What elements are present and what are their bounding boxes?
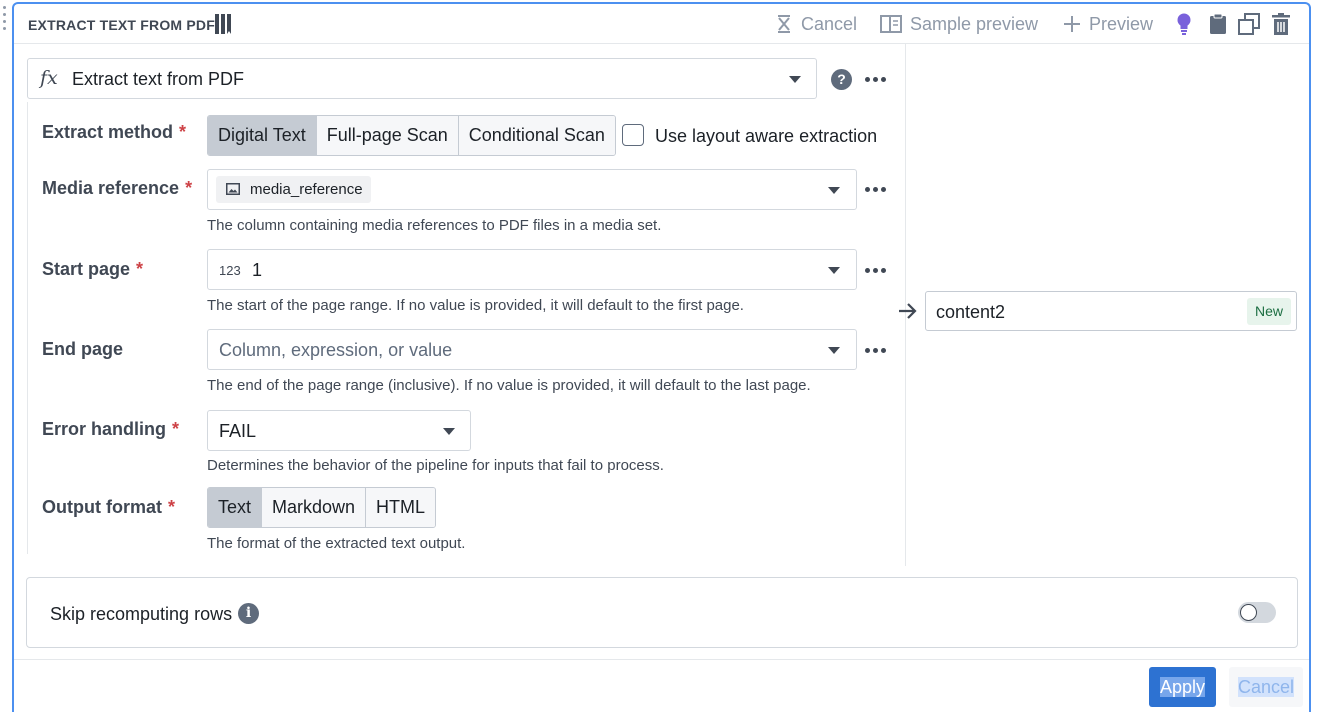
- layout-aware-checkbox[interactable]: [622, 124, 644, 146]
- start-page-help: The start of the page range. If no value…: [207, 297, 744, 314]
- sample-preview-button[interactable]: Sample preview: [880, 12, 1038, 36]
- help-icon[interactable]: ?: [831, 69, 852, 90]
- start-page-value: 1: [252, 260, 263, 280]
- output-format-html[interactable]: HTML: [366, 488, 436, 527]
- output-column-name-input[interactable]: content2 New: [925, 291, 1297, 331]
- new-badge: New: [1246, 298, 1291, 325]
- required-mark: *: [172, 419, 180, 439]
- layout-aware-label[interactable]: Use layout aware extraction: [655, 126, 877, 147]
- required-mark: *: [185, 178, 193, 198]
- cancel-x-icon: [775, 13, 793, 35]
- extract-method-label: Extract method *: [42, 122, 187, 142]
- header-cancel-label: Cancel: [801, 13, 858, 34]
- error-handling-help: Determines the behavior of the pipeline …: [207, 457, 664, 474]
- function-select[interactable]: fx Extract text from PDF: [27, 58, 817, 99]
- media-reference-label: Media reference *: [42, 178, 193, 198]
- toggle-knob: [1240, 604, 1257, 621]
- media-reference-value: media_reference: [250, 181, 363, 198]
- footer-cancel-button[interactable]: Cancel: [1229, 667, 1303, 707]
- clipboard-icon[interactable]: [1209, 13, 1227, 40]
- footer-divider: [14, 659, 1309, 660]
- extract-method-segmented: Digital Text Full-page Scan Conditional …: [207, 115, 616, 156]
- media-reference-help: The column containing media references t…: [207, 217, 662, 234]
- output-format-help: The format of the extracted text output.: [207, 535, 466, 552]
- function-select-value: Extract text from PDF: [72, 69, 245, 89]
- output-column-name-value: content2: [936, 302, 1006, 322]
- plus-icon: [1063, 15, 1081, 33]
- sample-preview-label: Sample preview: [910, 13, 1039, 34]
- error-handling-select[interactable]: FAIL: [207, 410, 471, 451]
- apply-button[interactable]: Apply: [1149, 667, 1216, 707]
- extract-method-digital-text[interactable]: Digital Text: [208, 116, 317, 155]
- preview-label: Preview: [1089, 13, 1154, 34]
- panel-title: EXTRACT TEXT FROM PDF: [28, 17, 215, 33]
- split-panel-icon: [880, 15, 902, 33]
- end-page-help: The end of the page range (inclusive). I…: [207, 377, 811, 394]
- error-handling-label: Error handling *: [42, 419, 180, 439]
- end-page-label: End page: [42, 339, 124, 359]
- media-reference-select[interactable]: media_reference: [207, 169, 857, 210]
- output-format-segmented: Text Markdown HTML: [207, 487, 437, 528]
- panel-header: EXTRACT TEXT FROM PDF Cancel Sample prev…: [14, 4, 1309, 44]
- output-format-label: Output format *: [42, 497, 175, 517]
- chevron-down-icon: [828, 187, 840, 194]
- start-page-more-icon[interactable]: [865, 268, 886, 273]
- function-more-options-icon[interactable]: [865, 77, 886, 82]
- function-fx-icon: fx: [40, 67, 58, 89]
- start-page-select[interactable]: 123 1: [207, 249, 857, 290]
- output-format-text[interactable]: Text: [208, 488, 263, 527]
- chevron-down-icon: [828, 347, 840, 354]
- info-icon[interactable]: i: [238, 603, 259, 624]
- book-icon: [214, 13, 232, 40]
- header-cancel-button[interactable]: Cancel: [775, 12, 857, 36]
- skip-recomputing-label: Skip recomputing rows: [50, 604, 233, 624]
- skip-recomputing-toggle[interactable]: [1238, 602, 1276, 623]
- trash-icon[interactable]: [1271, 13, 1291, 40]
- chevron-down-icon: [789, 76, 801, 83]
- error-handling-value: FAIL: [219, 421, 257, 441]
- numeric-type-icon: 123: [219, 263, 241, 278]
- chevron-down-icon: [443, 428, 455, 435]
- end-page-placeholder: Column, expression, or value: [219, 340, 453, 360]
- arrow-right-icon: [898, 302, 918, 325]
- end-page-more-icon[interactable]: [865, 348, 886, 353]
- required-mark: *: [136, 259, 144, 279]
- end-page-select[interactable]: Column, expression, or value: [207, 329, 857, 370]
- preview-button[interactable]: Preview: [1063, 12, 1153, 36]
- drag-handle-icon[interactable]: [2, 6, 8, 34]
- media-reference-chip: media_reference: [216, 176, 371, 203]
- chevron-down-icon: [828, 267, 840, 274]
- extract-method-full-page-scan[interactable]: Full-page Scan: [316, 116, 459, 155]
- output-format-markdown[interactable]: Markdown: [262, 488, 367, 527]
- board-panel: EXTRACT TEXT FROM PDF Cancel Sample prev…: [12, 2, 1311, 712]
- duplicate-icon[interactable]: [1238, 13, 1260, 40]
- image-icon: [226, 183, 240, 195]
- lightbulb-icon[interactable]: [1176, 13, 1192, 40]
- media-reference-more-icon[interactable]: [865, 187, 886, 192]
- skip-recomputing-card: Skip recomputing rows i: [26, 577, 1298, 648]
- args-rule: [27, 102, 28, 554]
- extract-method-conditional-scan[interactable]: Conditional Scan: [458, 116, 615, 155]
- required-mark: *: [179, 122, 187, 142]
- start-page-label: Start page *: [42, 259, 144, 279]
- required-mark: *: [167, 497, 175, 517]
